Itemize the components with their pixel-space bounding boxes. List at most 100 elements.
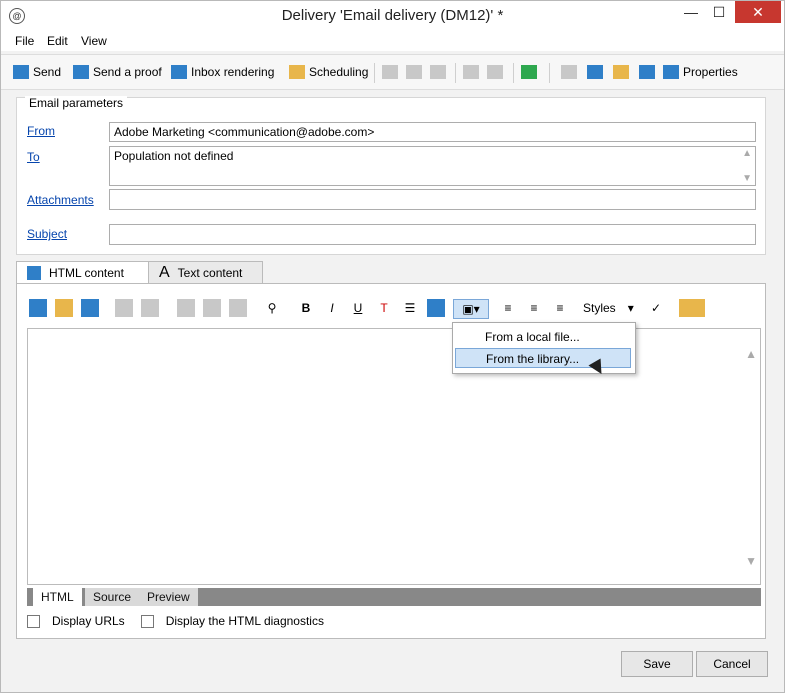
menu-edit[interactable]: Edit	[47, 34, 68, 48]
send-proof-button[interactable]: Send a proof	[73, 65, 162, 79]
editor-scroll-down-icon[interactable]: ▼	[745, 554, 757, 568]
align-right-icon[interactable]: ≡	[551, 299, 569, 317]
editor-options: Display URLs Display the HTML diagnostic…	[27, 614, 324, 628]
scheduling-label: Scheduling	[309, 65, 369, 79]
tab-preview[interactable]: Preview	[139, 588, 199, 606]
display-urls-label: Display URLs	[52, 614, 125, 628]
properties-button[interactable]: Properties	[663, 65, 738, 79]
display-diagnostics-checkbox[interactable]	[140, 614, 154, 628]
html-editor-frame: ⚲ B I U T ☰ ▣▾ ≡ ≡ ≡ Styles ▾ ✓ ▲ ▼ HTML…	[16, 283, 766, 639]
cancel-button[interactable]: Cancel	[696, 651, 768, 677]
editor-scroll-up-icon[interactable]: ▲	[745, 347, 757, 361]
menu-file[interactable]: File	[15, 34, 34, 48]
send-button[interactable]: Send	[13, 65, 61, 79]
send-label: Send	[33, 65, 62, 79]
editor-undo-icon[interactable]	[115, 299, 133, 317]
tab-html-content-label: HTML content	[49, 266, 124, 280]
tab-text-content-label: Text content	[177, 266, 243, 280]
personalization-icon[interactable]	[679, 299, 705, 317]
insert-image-menu: From a local file... From the library...	[452, 322, 636, 374]
tab-text-content[interactable]: A Text content	[148, 261, 263, 285]
editor-paste-icon[interactable]	[229, 299, 247, 317]
text-content-icon: A	[159, 264, 170, 281]
menu-view[interactable]: View	[81, 34, 107, 48]
menu-bar: File Edit View	[1, 31, 784, 51]
undo-icon[interactable]	[463, 65, 483, 79]
window-title: Delivery 'Email delivery (DM12)' *	[281, 7, 504, 24]
scroll-up-icon[interactable]: ▲	[742, 148, 752, 159]
copy-icon[interactable]	[382, 65, 402, 79]
editor-cut-icon[interactable]	[203, 299, 221, 317]
attachments-link[interactable]: Attachments	[27, 193, 94, 207]
underline-icon[interactable]: U	[349, 299, 367, 317]
scroll-down-icon[interactable]: ▼	[742, 173, 752, 184]
editor-redo-icon[interactable]	[141, 299, 159, 317]
editor-copy-icon[interactable]	[177, 299, 195, 317]
maximize-button[interactable]: ☐	[705, 1, 733, 23]
save-icon[interactable]	[81, 299, 99, 317]
align-left-icon[interactable]: ≡	[499, 299, 517, 317]
send-proof-label: Send a proof	[93, 65, 162, 79]
to-value: Population not defined	[114, 149, 234, 163]
align-center-icon[interactable]: ≡	[525, 299, 543, 317]
insert-image-button[interactable]: ▣▾	[453, 299, 489, 319]
attachment-icon[interactable]	[561, 65, 581, 79]
title-bar: @ Delivery 'Email delivery (DM12)' * — ☐…	[1, 1, 784, 31]
italic-icon[interactable]: I	[323, 299, 341, 317]
link-globe-icon[interactable]	[427, 299, 445, 317]
attachments-field[interactable]	[109, 189, 756, 210]
open-folder-icon[interactable]	[55, 299, 73, 317]
redo-icon[interactable]	[487, 65, 507, 79]
toolbar-separator	[374, 63, 375, 83]
send-icon	[13, 65, 29, 79]
properties-icon	[663, 65, 679, 79]
chevron-down-icon: ▾	[627, 301, 634, 315]
calendar-icon	[289, 65, 305, 79]
tab-html-content[interactable]: HTML content	[16, 261, 149, 285]
subject-field[interactable]	[109, 224, 756, 245]
html-content-icon	[27, 266, 41, 280]
html-editor-area[interactable]: ▲ ▼	[27, 328, 761, 585]
editor-mode-tabs: HTML Source Preview	[27, 588, 761, 606]
tab-source[interactable]: Source	[85, 588, 141, 606]
from-link[interactable]: From	[27, 124, 55, 138]
subject-link[interactable]: Subject	[27, 227, 67, 241]
cut-icon[interactable]	[406, 65, 426, 79]
display-urls-checkbox[interactable]	[27, 614, 40, 628]
menu-item-local-file[interactable]: From a local file...	[455, 327, 631, 347]
save-button[interactable]: Save	[621, 651, 693, 677]
styles-dropdown[interactable]: Styles ▾	[583, 299, 639, 317]
spellcheck-icon[interactable]: ✓	[647, 299, 665, 317]
refresh-icon[interactable]	[521, 65, 541, 79]
toolbar-separator	[455, 63, 456, 83]
close-button[interactable]: ✕	[735, 1, 781, 23]
styles-label: Styles	[583, 301, 616, 315]
toolbar-separator	[549, 63, 550, 83]
to-field[interactable]: Population not defined ▲ ▼	[109, 146, 756, 186]
link-icon[interactable]	[587, 65, 607, 79]
text-color-icon[interactable]: T	[375, 299, 393, 317]
gift-icon[interactable]	[613, 65, 633, 79]
from-field[interactable]: Adobe Marketing <communication@adobe.com…	[109, 122, 756, 142]
bold-icon[interactable]: B	[297, 299, 315, 317]
tab-html[interactable]: HTML	[33, 588, 83, 606]
send-proof-icon	[73, 65, 89, 79]
main-toolbar: Send Send a proof Inbox rendering Schedu…	[1, 54, 784, 90]
inbox-rendering-button[interactable]: Inbox rendering	[171, 65, 274, 79]
new-document-icon[interactable]	[29, 299, 47, 317]
toolbar-separator	[513, 63, 514, 83]
minimize-button[interactable]: —	[677, 1, 705, 23]
delivery-window: @ Delivery 'Email delivery (DM12)' * — ☐…	[0, 0, 785, 693]
display-diagnostics-label: Display the HTML diagnostics	[165, 614, 324, 628]
find-icon[interactable]: ⚲	[263, 299, 281, 317]
inbox-rendering-label: Inbox rendering	[191, 65, 275, 79]
email-parameters-panel: Email parameters From Adobe Marketing <c…	[16, 96, 766, 255]
scheduling-button[interactable]: Scheduling	[289, 65, 368, 79]
editor-toolbar: ⚲ B I U T ☰ ▣▾ ≡ ≡ ≡ Styles ▾ ✓	[27, 296, 755, 322]
paste-icon[interactable]	[430, 65, 450, 79]
email-parameters-title: Email parameters	[25, 96, 128, 110]
to-link[interactable]: To	[27, 150, 40, 164]
tracking-icon[interactable]	[639, 65, 659, 79]
properties-label: Properties	[683, 65, 738, 79]
bullet-list-icon[interactable]: ☰	[401, 299, 419, 317]
